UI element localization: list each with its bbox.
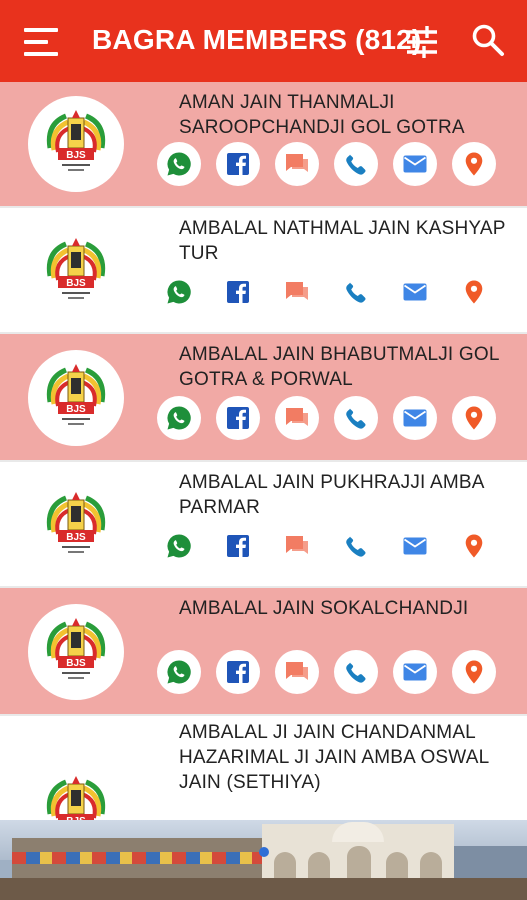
member-logo-text: BJS (66, 404, 86, 415)
location-button[interactable] (452, 142, 496, 186)
email-icon (401, 150, 429, 178)
location-icon (460, 658, 488, 686)
whatsapp-button[interactable] (157, 650, 201, 694)
member-avatar[interactable]: BJS (28, 350, 124, 446)
member-row[interactable]: BJS AMAN JAIN THANMALJI SAROOPCHANDJI GO… (0, 82, 527, 208)
member-avatar[interactable]: BJS (28, 96, 124, 192)
location-button[interactable] (452, 270, 496, 314)
member-logo-text: BJS (66, 658, 86, 669)
whatsapp-icon (165, 532, 193, 560)
message-icon (283, 532, 311, 560)
whatsapp-button[interactable] (157, 524, 201, 568)
facebook-icon (224, 278, 252, 306)
member-row[interactable]: BJS AMBALAL JI JAIN CHANDANMAL HAZARIMAL… (0, 716, 527, 820)
location-icon (460, 150, 488, 178)
hamburger-menu-icon[interactable] (24, 28, 58, 56)
location-icon (460, 278, 488, 306)
member-row[interactable]: BJS AMBALAL JAIN SOKALCHANDJI (0, 588, 527, 716)
phone-button[interactable] (334, 396, 378, 440)
email-icon (401, 658, 429, 686)
phone-icon (342, 532, 370, 560)
member-name: AMBALAL JAIN SOKALCHANDJI (179, 598, 469, 619)
location-icon (460, 404, 488, 432)
member-actions (157, 270, 496, 314)
member-name: AMBALAL JI JAIN CHANDANMAL HAZARIMAL JI … (179, 722, 489, 793)
email-button[interactable] (393, 524, 437, 568)
message-button[interactable] (275, 524, 319, 568)
member-name: AMBALAL JAIN PUKHRAJJI AMBA PARMAR (179, 472, 484, 518)
member-name: AMAN JAIN THANMALJI SAROOPCHANDJI GOL GO… (179, 92, 465, 138)
phone-button[interactable] (334, 650, 378, 694)
phone-icon (342, 658, 370, 686)
member-avatar[interactable]: BJS (28, 478, 124, 574)
member-actions (157, 524, 496, 568)
member-logo-text: BJS (66, 278, 86, 289)
whatsapp-icon (165, 150, 193, 178)
phone-icon (342, 278, 370, 306)
facebook-button[interactable] (216, 142, 260, 186)
facebook-icon (224, 532, 252, 560)
member-avatar[interactable]: BJS (28, 224, 124, 320)
whatsapp-icon (165, 658, 193, 686)
page-title: BAGRA MEMBERS (812) (92, 24, 422, 55)
message-button[interactable] (275, 650, 319, 694)
member-logo-text: BJS (66, 532, 86, 543)
message-button[interactable] (275, 396, 319, 440)
facebook-button[interactable] (216, 270, 260, 314)
location-button[interactable] (452, 396, 496, 440)
member-avatar[interactable]: BJS (28, 762, 124, 820)
member-actions (157, 650, 496, 694)
banner-image[interactable] (0, 820, 527, 900)
whatsapp-icon (165, 278, 193, 306)
phone-button[interactable] (334, 142, 378, 186)
message-icon (283, 404, 311, 432)
email-button[interactable] (393, 650, 437, 694)
email-button[interactable] (393, 270, 437, 314)
facebook-icon (224, 404, 252, 432)
member-actions (157, 396, 496, 440)
phone-icon (342, 150, 370, 178)
message-icon (283, 150, 311, 178)
banner-indicator-dot (259, 847, 269, 857)
location-button[interactable] (452, 650, 496, 694)
whatsapp-button[interactable] (157, 142, 201, 186)
message-button[interactable] (275, 142, 319, 186)
phone-button[interactable] (334, 524, 378, 568)
whatsapp-button[interactable] (157, 396, 201, 440)
members-list[interactable]: BJS AMAN JAIN THANMALJI SAROOPCHANDJI GO… (0, 82, 527, 820)
email-icon (401, 278, 429, 306)
facebook-button[interactable] (216, 524, 260, 568)
member-row[interactable]: BJS AMBALAL JAIN PUKHRAJJI AMBA PARMAR (0, 462, 527, 588)
member-avatar[interactable]: BJS (28, 604, 124, 700)
member-row[interactable]: BJS AMBALAL JAIN BHABUTMALJI GOL GOTRA &… (0, 334, 527, 462)
phone-icon (342, 404, 370, 432)
member-name: AMBALAL NATHMAL JAIN KASHYAP TUR (179, 218, 506, 264)
member-logo-text: BJS (66, 150, 86, 161)
whatsapp-button[interactable] (157, 270, 201, 314)
location-button[interactable] (452, 524, 496, 568)
facebook-icon (224, 658, 252, 686)
search-icon[interactable] (470, 22, 506, 58)
member-actions (157, 142, 496, 186)
message-button[interactable] (275, 270, 319, 314)
email-icon (401, 532, 429, 560)
facebook-button[interactable] (216, 650, 260, 694)
facebook-button[interactable] (216, 396, 260, 440)
member-name: AMBALAL JAIN BHABUTMALJI GOL GOTRA & POR… (179, 344, 499, 390)
facebook-icon (224, 150, 252, 178)
email-button[interactable] (393, 396, 437, 440)
phone-button[interactable] (334, 270, 378, 314)
location-icon (460, 532, 488, 560)
email-icon (401, 404, 429, 432)
member-row[interactable]: BJS AMBALAL NATHMAL JAIN KASHYAP TUR (0, 208, 527, 334)
tune-sliders-icon[interactable] (404, 24, 440, 60)
app-bar: BAGRA MEMBERS (812) (0, 0, 527, 82)
whatsapp-icon (165, 404, 193, 432)
email-button[interactable] (393, 142, 437, 186)
message-icon (283, 658, 311, 686)
message-icon (283, 278, 311, 306)
